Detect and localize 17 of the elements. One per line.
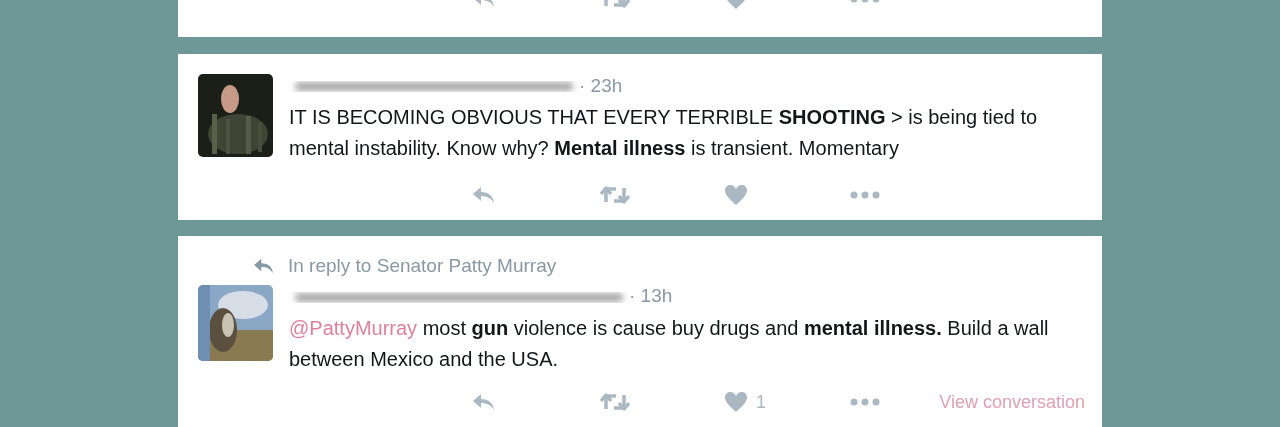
retweet-icon[interactable] [599,184,631,206]
retweet-icon[interactable] [599,391,631,413]
like-count: 1 [756,390,766,414]
mention-link[interactable]: @PattyMurray [289,316,418,339]
tweet-time: · 23h [579,73,623,98]
tweet-text: IT IS BECOMING OBVIOUS THAT EVERY TERRIBLE SHOOTING > is being tied to mental instability. Know why? Mental illness is transient. Momentary [289,105,1039,161]
more-icon[interactable] [850,191,880,199]
reply-icon[interactable] [471,392,497,412]
tweet-text: @PattyMurray most gun violence is cause buy drugs and mental illness. Build a wall between Mexico and the USA. [289,315,1050,372]
heart-icon[interactable] [724,184,748,206]
tweet-time: · 13h [629,284,673,309]
more-icon[interactable] [850,398,880,406]
heart-icon[interactable] [724,391,748,413]
view-conversation-link[interactable]: View conversation [939,388,1102,416]
reply-icon [252,257,276,276]
reply-icon[interactable] [471,185,497,205]
reply-context: In reply to Senator Patty Murray [288,254,557,278]
